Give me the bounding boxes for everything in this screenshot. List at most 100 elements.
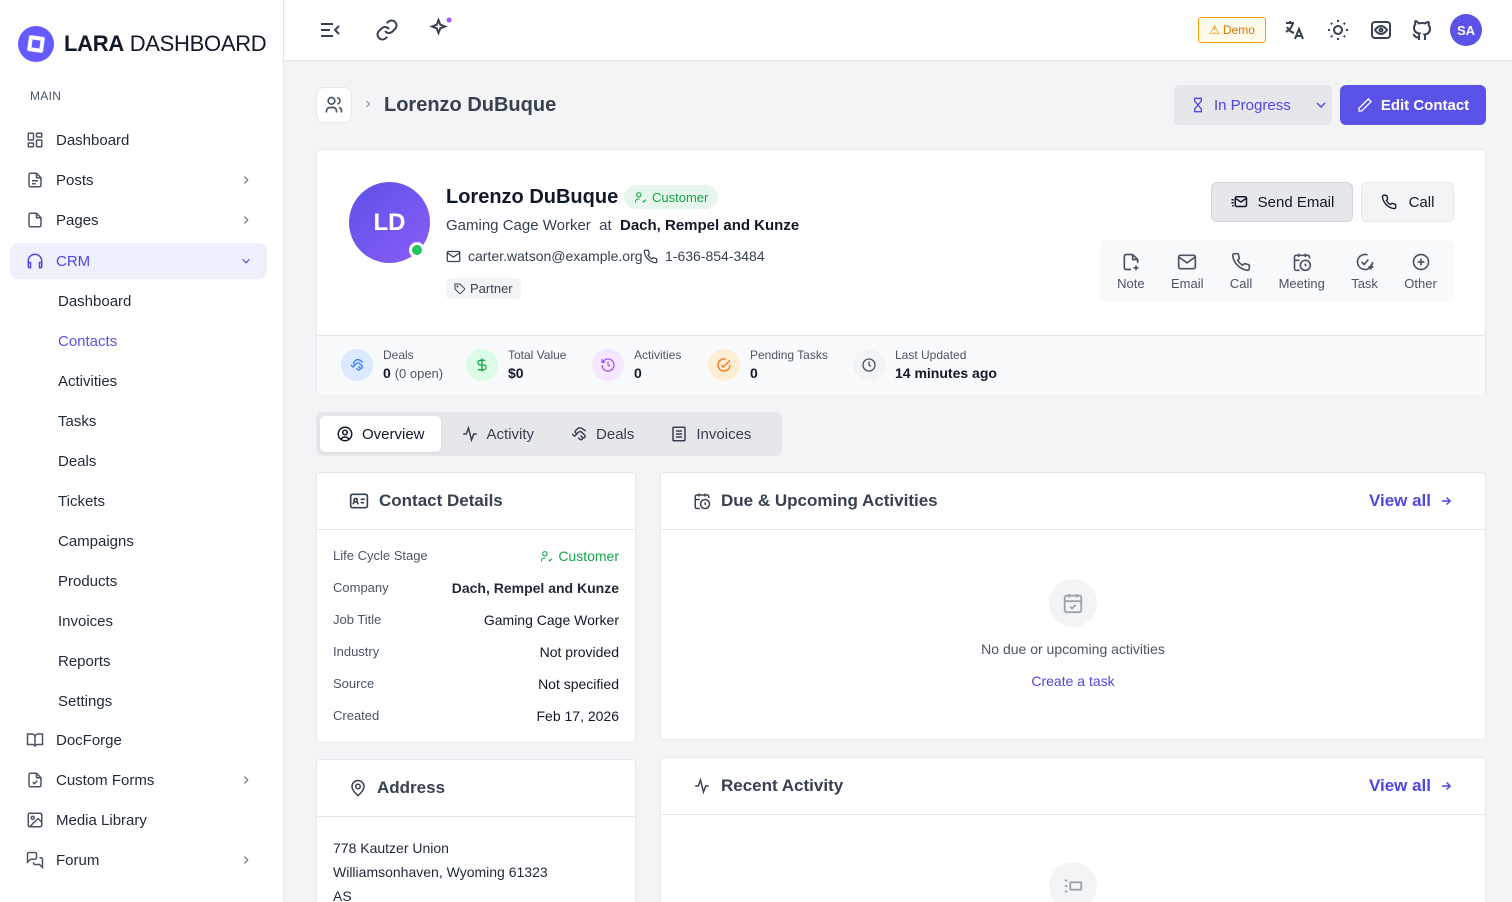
nav-pages[interactable]: Pages: [10, 202, 267, 238]
address-line: 778 Kautzer Union: [333, 840, 449, 856]
crm-sub-activities[interactable]: Activities: [58, 373, 117, 390]
detail-row: Company Dach, Rempel and Kunze: [333, 580, 619, 596]
quick-action-label: Other: [1404, 275, 1437, 291]
tab-overview[interactable]: Overview: [320, 416, 441, 452]
translate-icon[interactable]: [1282, 18, 1306, 42]
mail-icon: [1178, 254, 1197, 269]
view-all-link[interactable]: View all: [1369, 491, 1453, 511]
user-avatar[interactable]: SA: [1450, 14, 1482, 46]
call-button[interactable]: Call: [1361, 182, 1454, 222]
chevron-right-icon: [243, 176, 249, 184]
status-dropdown[interactable]: In Progress: [1174, 85, 1332, 125]
quick-action-call[interactable]: Call: [1230, 252, 1252, 291]
nav-docforge[interactable]: DocForge: [10, 722, 267, 758]
plus-circle-icon: [1412, 253, 1429, 270]
preview-icon[interactable]: [1369, 18, 1393, 42]
upcoming-activities-card: Due & Upcoming Activities View all No du…: [660, 472, 1486, 740]
crm-sub-tasks[interactable]: Tasks: [58, 413, 96, 430]
crm-sub-tickets[interactable]: Tickets: [58, 493, 105, 510]
quick-action-label: Note: [1117, 275, 1145, 291]
stage-badge: Customer: [624, 185, 719, 209]
send-email-button[interactable]: Send Email: [1211, 182, 1353, 222]
stat-value: 14 minutes ago: [895, 365, 997, 381]
edit-contact-button[interactable]: Edit Contact: [1340, 85, 1486, 125]
logo[interactable]: LARA DASHBOARD: [18, 26, 267, 62]
crm-sub-dashboard[interactable]: Dashboard: [58, 293, 131, 310]
nav-forum[interactable]: Forum: [10, 842, 267, 878]
crm-sub-deals[interactable]: Deals: [58, 453, 96, 470]
tab-label: Activity: [486, 425, 535, 443]
card-header: Recent Activity View all: [661, 758, 1485, 815]
nav-crm[interactable]: CRM: [10, 243, 267, 279]
detail-key: Created: [333, 708, 380, 723]
detail-value: Not specified: [538, 676, 619, 692]
sidebar: LARA DASHBOARD MAIN Dashboard Posts Page…: [0, 0, 284, 902]
logo-text: LARA DASHBOARD: [64, 31, 267, 56]
contacts-breadcrumb[interactable]: [316, 87, 352, 123]
grid-icon: [27, 132, 43, 148]
quick-action-other[interactable]: Other: [1404, 252, 1437, 291]
contact-email[interactable]: carter.watson@example.org: [446, 248, 643, 264]
stat-activities: Activities 0: [592, 348, 681, 381]
crm-sub-reports[interactable]: Reports: [58, 653, 111, 670]
crm-sub-campaigns[interactable]: Campaigns: [58, 533, 134, 550]
logo-icon: [18, 26, 54, 62]
tab-activity[interactable]: Activity: [445, 416, 551, 452]
tab-deals[interactable]: Deals: [554, 416, 650, 452]
detail-value: Feb 17, 2026: [536, 708, 619, 724]
nav-label: Dashboard: [56, 131, 130, 149]
detail-value: Dach, Rempel and Kunze: [451, 580, 619, 596]
crm-sub-settings[interactable]: Settings: [58, 693, 112, 710]
quick-action-meeting[interactable]: Meeting: [1279, 252, 1325, 291]
nav-label: DocForge: [56, 731, 122, 749]
tag-icon: [454, 283, 466, 294]
quick-action-task[interactable]: Task: [1351, 252, 1378, 291]
calendar-check-icon: [1049, 579, 1097, 627]
create-task-label: Create a task: [1031, 673, 1115, 689]
nav-posts[interactable]: Posts: [10, 162, 267, 198]
note-add-icon: [1123, 253, 1139, 270]
activity-icon: [462, 425, 477, 443]
nav-dashboard[interactable]: Dashboard: [10, 122, 267, 158]
send-mail-icon: [1231, 196, 1247, 208]
quick-action-label: Call: [1229, 275, 1253, 291]
tab-invoices[interactable]: Invoices: [654, 416, 767, 452]
sidebar-toggle-icon[interactable]: [318, 18, 342, 42]
link-icon[interactable]: [375, 18, 399, 42]
messages-icon: [26, 851, 44, 869]
card-title: Address: [377, 778, 446, 797]
crm-sub-contacts[interactable]: Contacts: [58, 333, 117, 350]
github-icon[interactable]: [1410, 18, 1434, 42]
detail-key: Company: [333, 580, 389, 595]
detail-key: Industry: [333, 644, 380, 659]
online-indicator: [409, 242, 425, 258]
send-email-label: Send Email: [1257, 193, 1335, 211]
nav-custom-forms[interactable]: Custom Forms: [10, 762, 267, 798]
phone-icon: [1381, 194, 1396, 210]
nav-label: Forum: [56, 851, 100, 869]
address-line: Williamsonhaven, Wyoming 61323: [333, 864, 548, 880]
tab-label: Overview: [362, 425, 425, 443]
create-task-link[interactable]: Create a task: [661, 673, 1485, 689]
view-all-label: View all: [1368, 776, 1431, 795]
card-title: Recent Activity: [721, 776, 844, 795]
contact-phone[interactable]: 1-636-854-3484: [643, 248, 765, 264]
sun-icon[interactable]: [1326, 18, 1350, 42]
nav-media-library[interactable]: Media Library: [10, 802, 267, 838]
file-icon: [28, 212, 42, 228]
crm-sub-products[interactable]: Products: [58, 573, 117, 590]
sparkles-icon[interactable]: [429, 16, 453, 40]
chevron-right-icon: [243, 856, 249, 864]
quick-action-note[interactable]: Note: [1117, 252, 1145, 291]
quick-action-email[interactable]: Email: [1171, 252, 1204, 291]
chevron-down-icon: [242, 258, 250, 264]
phone-text: 1-636-854-3484: [665, 248, 765, 264]
circle-check-plus-icon: [1356, 253, 1373, 270]
stat-last-updated: Last Updated 14 minutes ago: [853, 348, 997, 381]
view-all-link[interactable]: View all: [1369, 776, 1453, 796]
crm-sub-invoices[interactable]: Invoices: [58, 613, 113, 630]
contact-name: Lorenzo DuBuque: [446, 186, 619, 208]
nav-label: Posts: [56, 171, 94, 189]
history-icon: [592, 348, 624, 381]
tag-badge: Partner: [446, 278, 521, 299]
